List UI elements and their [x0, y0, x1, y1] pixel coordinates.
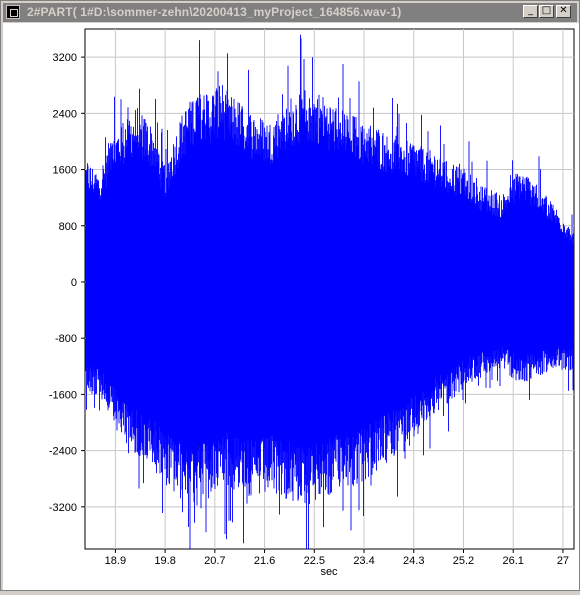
y-axis: 3200 2400 1600 800 0 -800 -1600 -2400 -3200: [49, 52, 85, 514]
y-tick-label: 800: [59, 221, 77, 233]
window-title: 2#PART( 1#D:\sommer-zehn\20200413_myProj…: [27, 5, 402, 19]
y-tick-label: 2400: [53, 108, 77, 120]
y-tick-label: -800: [55, 333, 77, 345]
y-tick-label: 1600: [53, 165, 77, 177]
x-axis: 18.9 19.8 20.7 21.6 22.5 23.4 24.3 25.2 26.1 27: [105, 549, 569, 567]
y-tick-label: 3200: [53, 52, 77, 64]
x-tick-label: 21.6: [254, 555, 275, 567]
close-button[interactable]: ✕: [556, 5, 571, 18]
x-axis-label: sec: [320, 566, 338, 578]
y-tick-label: 0: [71, 277, 77, 289]
x-tick-label: 24.3: [403, 555, 424, 567]
waveform-window: 2#PART( 1#D:\sommer-zehn\20200413_myProj…: [0, 0, 580, 591]
waveform-app-icon[interactable]: [6, 5, 20, 19]
x-tick-label: 26.1: [503, 555, 524, 567]
x-tick-label: 23.4: [353, 555, 374, 567]
x-tick-label: 20.7: [204, 555, 225, 567]
x-tick-label: 25.2: [453, 555, 474, 567]
x-tick-label: 18.9: [105, 555, 126, 567]
y-tick-label: -1600: [49, 389, 77, 401]
title-bar[interactable]: 2#PART( 1#D:\sommer-zehn\20200413_myProj…: [3, 3, 577, 22]
x-tick-label: 27: [557, 555, 569, 567]
plot-area[interactable]: 3200 2400 1600 800 0 -800 -1600 -2400 -3200 18.9…: [3, 23, 579, 590]
x-tick-label: 19.8: [154, 555, 175, 567]
y-tick-label: -3200: [49, 502, 77, 514]
waveform-chart[interactable]: 3200 2400 1600 800 0 -800 -1600 -2400 -3200 18.9…: [3, 23, 579, 590]
y-tick-label: -2400: [49, 446, 77, 458]
maximize-button[interactable]: □: [539, 5, 554, 18]
minimize-button[interactable]: _: [523, 5, 538, 18]
